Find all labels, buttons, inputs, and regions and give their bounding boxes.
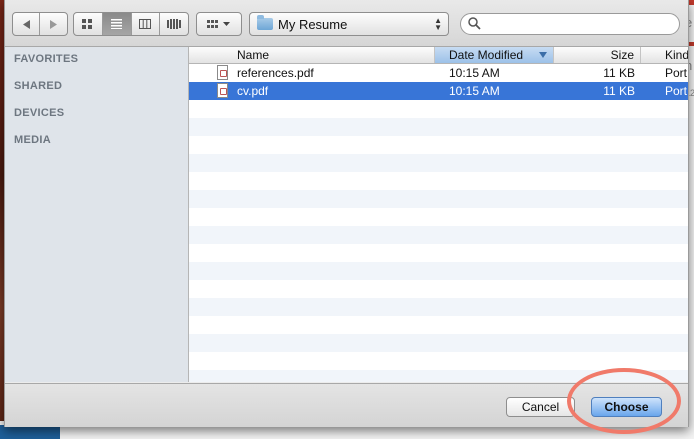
sidebar-section-shared[interactable]: SHARED [14, 80, 62, 92]
location-popup[interactable]: My Resume ▲ ▼ [249, 12, 449, 36]
empty-row [189, 154, 688, 172]
empty-row [189, 190, 688, 208]
column-view-button[interactable] [132, 13, 161, 35]
file-size: 11 KB [603, 66, 635, 80]
column-header-date-modified[interactable]: Date Modified [435, 47, 554, 63]
open-file-dialog: My Resume ▲ ▼ FAVORITES SHARED DEVICES ME… [4, 0, 689, 427]
empty-row [189, 136, 688, 154]
empty-row [189, 334, 688, 352]
file-name: references.pdf [237, 66, 314, 80]
sidebar-section-favorites[interactable]: FAVORITES [14, 53, 78, 65]
empty-row [189, 208, 688, 226]
empty-row [189, 280, 688, 298]
pdf-file-icon [217, 83, 228, 98]
location-label: My Resume [278, 16, 348, 32]
file-list: Name Date Modified Size Kind references.… [189, 47, 688, 382]
empty-row [189, 118, 688, 136]
file-size: 11 KB [603, 84, 635, 98]
empty-row [189, 100, 688, 118]
icon-view-button[interactable] [74, 13, 103, 35]
popup-arrows-icon: ▲ ▼ [434, 16, 442, 32]
back-button[interactable] [13, 13, 40, 35]
empty-row [189, 316, 688, 334]
arrange-menu-button[interactable] [197, 13, 241, 35]
sidebar: FAVORITES SHARED DEVICES MEDIA [5, 47, 189, 382]
search-input[interactable] [485, 15, 674, 33]
arrange-grid-icon [207, 20, 230, 28]
cover-flow-icon [167, 19, 182, 29]
cancel-button[interactable]: Cancel [506, 397, 575, 417]
sidebar-section-media[interactable]: MEDIA [14, 134, 51, 146]
file-row[interactable]: references.pdf 10:15 AM 11 KB Port [189, 64, 688, 82]
cover-flow-view-button[interactable] [160, 13, 188, 35]
pdf-file-icon [217, 65, 228, 80]
file-kind: Port [665, 84, 688, 98]
file-name: cv.pdf [237, 84, 269, 98]
dialog-button-bar: Cancel Choose [5, 383, 688, 427]
back-arrow-icon [22, 19, 30, 29]
file-date: 10:15 AM [449, 84, 500, 98]
empty-row [189, 298, 688, 316]
icon-view-icon [82, 18, 93, 29]
dialog-toolbar: My Resume ▲ ▼ [5, 0, 688, 47]
sort-descending-icon [539, 52, 547, 58]
list-view-icon [111, 19, 123, 29]
search-field [460, 13, 680, 35]
empty-row [189, 370, 688, 382]
column-header-date-label: Date Modified [449, 48, 524, 62]
folder-icon [257, 15, 273, 30]
file-kind: Port [665, 66, 688, 80]
forward-arrow-icon [50, 19, 57, 29]
file-row-selected[interactable]: cv.pdf 10:15 AM 11 KB Port [189, 82, 688, 100]
empty-row [189, 244, 688, 262]
empty-row [189, 262, 688, 280]
column-header-name[interactable]: Name [189, 47, 435, 63]
background-blue-bar [0, 425, 60, 439]
column-header-kind[interactable]: Kind [641, 47, 688, 63]
column-header-size[interactable]: Size [554, 47, 641, 63]
list-view-button[interactable] [102, 13, 132, 35]
empty-row [189, 352, 688, 370]
column-view-icon [139, 19, 152, 29]
view-mode-control [73, 12, 189, 36]
arrange-control [196, 12, 242, 36]
empty-row [189, 172, 688, 190]
file-rows: references.pdf 10:15 AM 11 KB Port cv.pd… [189, 64, 688, 382]
history-nav-control [12, 12, 68, 36]
search-icon [468, 17, 481, 30]
file-date: 10:15 AM [449, 66, 500, 80]
empty-row [189, 226, 688, 244]
forward-button[interactable] [40, 13, 67, 35]
sidebar-section-devices[interactable]: DEVICES [14, 107, 64, 119]
column-header-row: Name Date Modified Size Kind [189, 47, 688, 64]
choose-button[interactable]: Choose [591, 397, 662, 417]
